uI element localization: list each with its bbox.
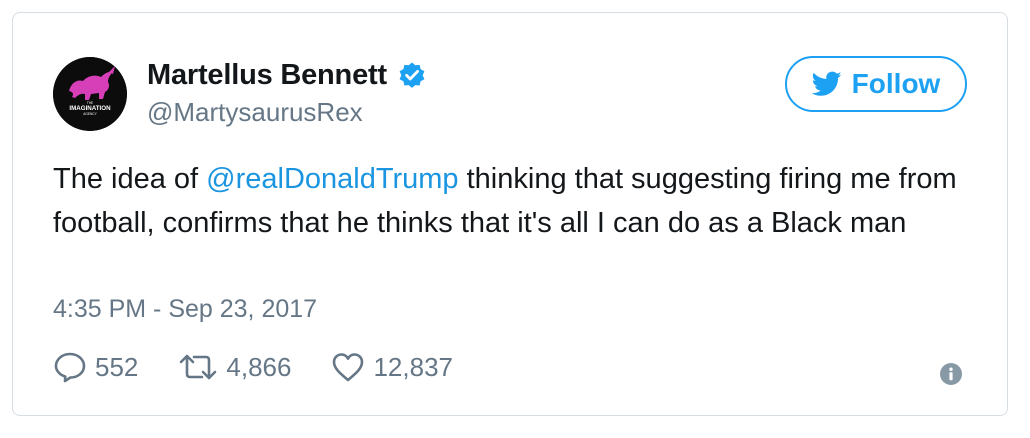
imagination-agency-logo: THE IMAGINATION AGENCY	[53, 57, 127, 131]
reply-count: 552	[95, 351, 139, 382]
reply-icon	[54, 352, 86, 383]
author-handle[interactable]: @MartysaurusRex	[147, 97, 363, 128]
like-action[interactable]: 12,837	[331, 352, 453, 383]
retweet-count: 4,866	[226, 351, 292, 382]
tweet-text-before: The idea of	[53, 163, 207, 195]
author-display-name[interactable]: Martellus Bennett	[147, 59, 387, 92]
retweet-icon	[180, 354, 217, 380]
info-icon[interactable]	[940, 363, 962, 385]
svg-text:IMAGINATION: IMAGINATION	[69, 105, 111, 112]
author-name-row: Martellus Bennett	[147, 59, 427, 92]
retweet-action[interactable]: 4,866	[178, 352, 291, 383]
mention-link[interactable]: @realDonaldTrump	[206, 163, 458, 195]
avatar[interactable]: THE IMAGINATION AGENCY	[53, 57, 127, 131]
follow-button-label: Follow	[851, 68, 941, 99]
heart-icon	[333, 353, 364, 382]
embedded-tweet-card: THE IMAGINATION AGENCY Martellus Bennett…	[12, 12, 1008, 416]
tweet-text: The idea of @realDonaldTrump thinking th…	[53, 157, 983, 245]
like-count: 12,837	[373, 351, 453, 382]
verified-badge-icon	[399, 62, 425, 88]
tweet-timestamp[interactable]: 4:35 PM - Sep 23, 2017	[53, 295, 317, 324]
tweet-actions: 552 4,866 12,837	[53, 351, 493, 383]
reply-action[interactable]: 552	[53, 351, 138, 383]
svg-text:AGENCY: AGENCY	[83, 112, 97, 116]
follow-button[interactable]: Follow	[785, 56, 967, 112]
twitter-bird-icon	[811, 71, 842, 96]
